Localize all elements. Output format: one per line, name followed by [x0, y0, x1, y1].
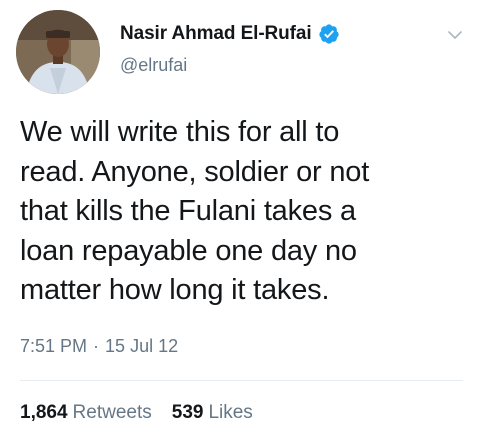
author-name-row[interactable]: Nasir Ahmad El-Rufai [120, 23, 340, 45]
retweets-stat[interactable]: 1,864 Retweets [20, 402, 152, 424]
tweet-date: 15 Jul 12 [105, 336, 179, 356]
likes-label: Likes [208, 402, 253, 423]
tweet-time: 7:51 PM [20, 336, 88, 356]
retweets-label: Retweets [72, 402, 152, 423]
tweet-header: Nasir Ahmad El-Rufai @elrufai [0, 0, 479, 100]
tweet-card: Nasir Ahmad El-Rufai @elrufai We will wr… [0, 0, 479, 434]
avatar[interactable] [16, 10, 100, 94]
likes-stat[interactable]: 539 Likes [172, 402, 253, 424]
likes-count: 539 [171, 402, 204, 423]
timestamp-separator: · [93, 336, 100, 356]
retweets-count: 1,864 [20, 402, 68, 423]
verified-badge-icon [318, 23, 340, 45]
chevron-down-icon[interactable] [446, 26, 464, 44]
tweet-text: We will write this for all to read. Anyo… [20, 116, 370, 306]
author-handle[interactable]: @elrufai [120, 55, 187, 76]
divider [20, 380, 463, 381]
tweet-timestamp[interactable]: 7:51 PM · 15 Jul 12 [20, 336, 178, 357]
tweet-stats: 1,864 Retweets 539 Likes [20, 402, 273, 424]
display-name[interactable]: Nasir Ahmad El-Rufai [120, 23, 312, 45]
